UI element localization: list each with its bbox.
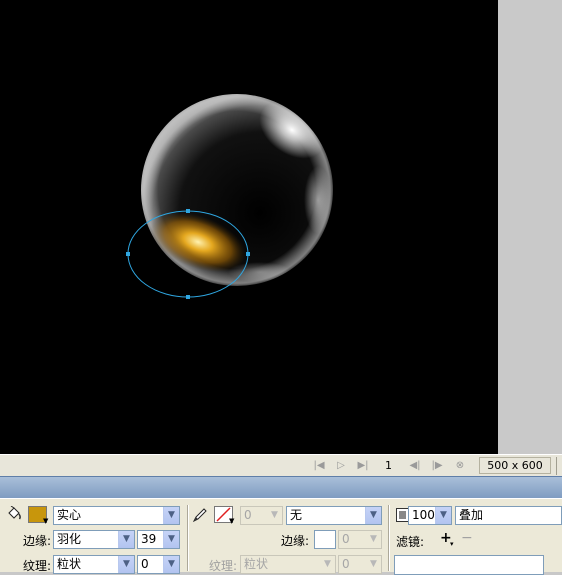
glass-sphere (141, 94, 333, 286)
stroke-edge-amount[interactable]: 0 ▼ (338, 530, 382, 549)
pencil-icon (192, 508, 207, 523)
properties-panel: ▼ 实心 ▼ 边缘: 羽化 ▼ 39 ▼ 纹理: 粒状 ▼ 0 ▼ ▼ 0 ▼ … (0, 498, 562, 575)
chevron-down-icon: ▼ (319, 556, 335, 573)
section-divider (187, 505, 189, 571)
status-divider (556, 457, 557, 475)
chevron-down-icon: ▼ (365, 531, 381, 548)
stroke-edge-box[interactable] (314, 530, 336, 549)
document-canvas[interactable] (0, 0, 498, 454)
properties-panel-header[interactable] (0, 476, 562, 498)
stroke-texture-amount[interactable]: 0 ▼ (338, 555, 382, 574)
fill-texture-amount[interactable]: 0 ▼ (137, 555, 180, 574)
plus-menu-icon[interactable]: ▾ (450, 540, 454, 548)
stroke-width-select[interactable]: 0 ▼ (240, 506, 283, 525)
stroke-texture-select[interactable]: 粒状 ▼ (240, 555, 336, 574)
filters-list[interactable] (394, 555, 544, 575)
swatch-menu-icon[interactable]: ▼ (229, 517, 234, 525)
last-frame-icon[interactable]: ▶| (356, 459, 370, 473)
chevron-down-icon: ▼ (266, 507, 282, 524)
document-size[interactable]: 500 x 600 (479, 457, 551, 474)
selection-handle-left[interactable] (126, 252, 130, 256)
stop-icon[interactable]: ⊗ (453, 459, 467, 473)
chevron-down-icon: ▼ (163, 507, 179, 524)
blend-mode-select[interactable]: 叠加 (455, 506, 562, 525)
selection-handle-top[interactable] (186, 209, 190, 213)
selection-handle-bottom[interactable] (186, 295, 190, 299)
fill-type-select[interactable]: 实心 ▼ (53, 506, 180, 525)
chevron-down-icon: ▼ (163, 531, 179, 548)
first-frame-icon[interactable]: |◀ (312, 459, 326, 473)
fill-texture-label: 纹理: (23, 559, 52, 573)
paint-bucket-icon (8, 506, 21, 520)
chevron-down-icon: ▼ (118, 556, 134, 573)
stroke-type-select[interactable]: 无 ▼ (286, 506, 382, 525)
chevron-down-icon: ▼ (435, 507, 451, 524)
selection-handle-right[interactable] (246, 252, 250, 256)
swatch-menu-icon[interactable]: ▼ (43, 517, 48, 525)
chevron-down-icon: ▼ (365, 556, 381, 573)
fill-edge-amount[interactable]: 39 ▼ (137, 530, 180, 549)
fill-edge-select[interactable]: 羽化 ▼ (53, 530, 135, 549)
section-divider (388, 505, 390, 571)
stroke-texture-label: 纹理: (209, 559, 238, 573)
play-icon[interactable]: ▷ (334, 459, 348, 473)
fill-edge-label: 边缘: (23, 534, 52, 548)
chevron-down-icon: ▼ (163, 556, 179, 573)
pasteboard (498, 0, 562, 454)
canvas-artwork (126, 94, 333, 299)
next-frame-icon[interactable]: |▶ (430, 459, 444, 473)
filters-label: 滤镜: (396, 535, 425, 549)
current-frame: 1 (385, 459, 392, 472)
previous-frame-icon[interactable]: ◀| (408, 459, 422, 473)
chevron-down-icon: ▼ (365, 507, 381, 524)
chevron-down-icon: ▼ (118, 531, 134, 548)
stroke-edge-label: 边缘: (281, 534, 310, 548)
minus-icon[interactable]: − (461, 530, 473, 546)
status-bar: |◀ ▷ ▶| 1 ◀| |▶ ⊗ 500 x 600 (0, 454, 562, 476)
opacity-select[interactable]: 100 ▼ (408, 506, 452, 525)
fill-texture-select[interactable]: 粒状 ▼ (53, 555, 135, 574)
